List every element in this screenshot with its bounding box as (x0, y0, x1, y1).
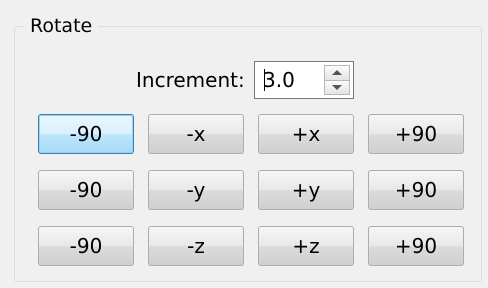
text-caret (264, 69, 265, 91)
rotate-x-plus-button[interactable]: +x (258, 114, 354, 154)
rotate-x-plus-90-button[interactable]: +90 (368, 114, 464, 154)
increment-spinbox[interactable] (254, 61, 354, 99)
rotate-y-minus-90-button[interactable]: -90 (38, 170, 134, 210)
spin-up-button[interactable] (324, 65, 350, 81)
increment-label: Increment: (136, 68, 245, 92)
rotate-z-plus-90-button[interactable]: +90 (368, 226, 464, 266)
rotate-y-plus-90-button[interactable]: +90 (368, 170, 464, 210)
rotate-y-minus-button[interactable]: -y (148, 170, 244, 210)
rotate-group-title: Rotate (24, 15, 99, 37)
rotate-x-minus-button[interactable]: -x (148, 114, 244, 154)
arrow-down-icon (332, 84, 342, 90)
rotate-z-minus-90-button[interactable]: -90 (38, 226, 134, 266)
rotate-z-plus-button[interactable]: +z (258, 226, 354, 266)
rotate-x-minus-90-button[interactable]: -90 (38, 114, 134, 154)
arrow-up-icon (332, 70, 342, 76)
rotate-y-plus-button[interactable]: +y (258, 170, 354, 210)
spin-buttons (324, 65, 350, 95)
spin-down-button[interactable] (324, 80, 350, 95)
rotate-z-minus-button[interactable]: -z (148, 226, 244, 266)
